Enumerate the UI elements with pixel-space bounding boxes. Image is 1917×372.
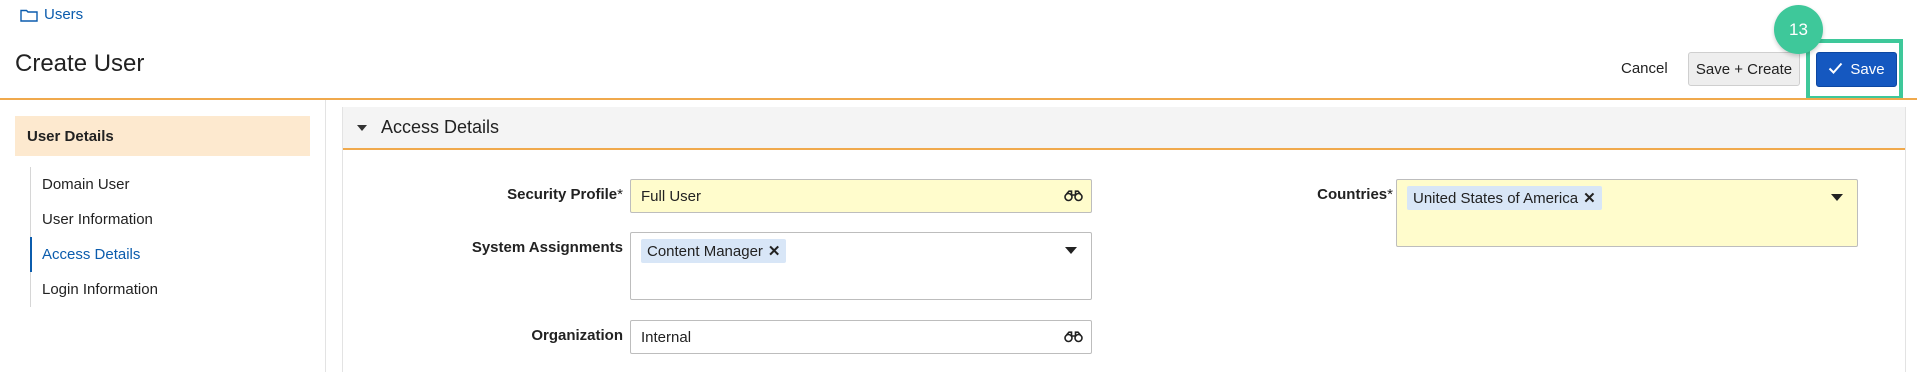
access-details-section: Access Details Security Profile* Full Us… [342,107,1906,372]
save-create-button[interactable]: Save + Create [1688,52,1800,86]
cancel-button[interactable]: Cancel [1621,60,1668,77]
folder-icon [20,8,38,22]
organization-input[interactable]: Internal [630,320,1092,354]
sidebar-item-domain-user[interactable]: Domain User [31,167,230,202]
remove-chip-icon[interactable]: ✕ [768,242,781,260]
collapse-triangle-icon[interactable] [357,124,367,131]
security-profile-input[interactable]: Full User [630,179,1092,213]
breadcrumb[interactable]: Users [20,6,83,23]
required-asterisk: * [617,186,623,203]
step-badge: 13 [1774,5,1823,54]
remove-chip-icon[interactable]: ✕ [1583,189,1596,207]
chevron-down-icon[interactable] [1831,194,1843,201]
breadcrumb-users-link[interactable]: Users [44,6,83,23]
save-button[interactable]: Save [1816,52,1897,87]
security-profile-label-text: Security Profile [507,186,618,203]
countries-label-text: Countries [1317,186,1388,203]
chevron-down-icon[interactable] [1065,247,1077,254]
section-header[interactable]: Access Details [343,107,1905,150]
sidebar-item-access-details[interactable]: Access Details [30,237,230,272]
required-asterisk: * [1387,186,1393,203]
system-assignment-chip: Content Manager ✕ [641,239,787,263]
system-assignments-multiselect[interactable]: Content Manager ✕ [630,232,1092,300]
save-button-label: Save [1850,61,1885,78]
chip-label: United States of America [1413,189,1579,207]
country-chip: United States of America ✕ [1407,186,1602,210]
sidebar-item-login-information[interactable]: Login Information [31,272,230,307]
organization-value: Internal [641,328,692,346]
binoculars-icon[interactable] [1064,190,1083,202]
sidebar-header[interactable]: User Details [15,116,310,156]
organization-label: Organization [531,327,623,344]
sidebar-list: Domain User User Information Access Deta… [30,167,230,307]
binoculars-icon[interactable] [1064,331,1083,343]
countries-label: Countries* [1183,186,1393,203]
sidebar: User Details Domain User User Informatio… [0,100,326,372]
chip-label: Content Manager [647,242,763,260]
system-assignments-label: System Assignments [471,239,623,256]
checkmark-icon [1828,61,1843,78]
countries-multiselect[interactable]: United States of America ✕ [1396,179,1858,247]
security-profile-label: Security Profile* [463,186,623,203]
page-title: Create User [15,50,145,77]
security-profile-value: Full User [641,187,702,205]
sidebar-item-user-information[interactable]: User Information [31,202,230,237]
section-title: Access Details [381,117,500,137]
